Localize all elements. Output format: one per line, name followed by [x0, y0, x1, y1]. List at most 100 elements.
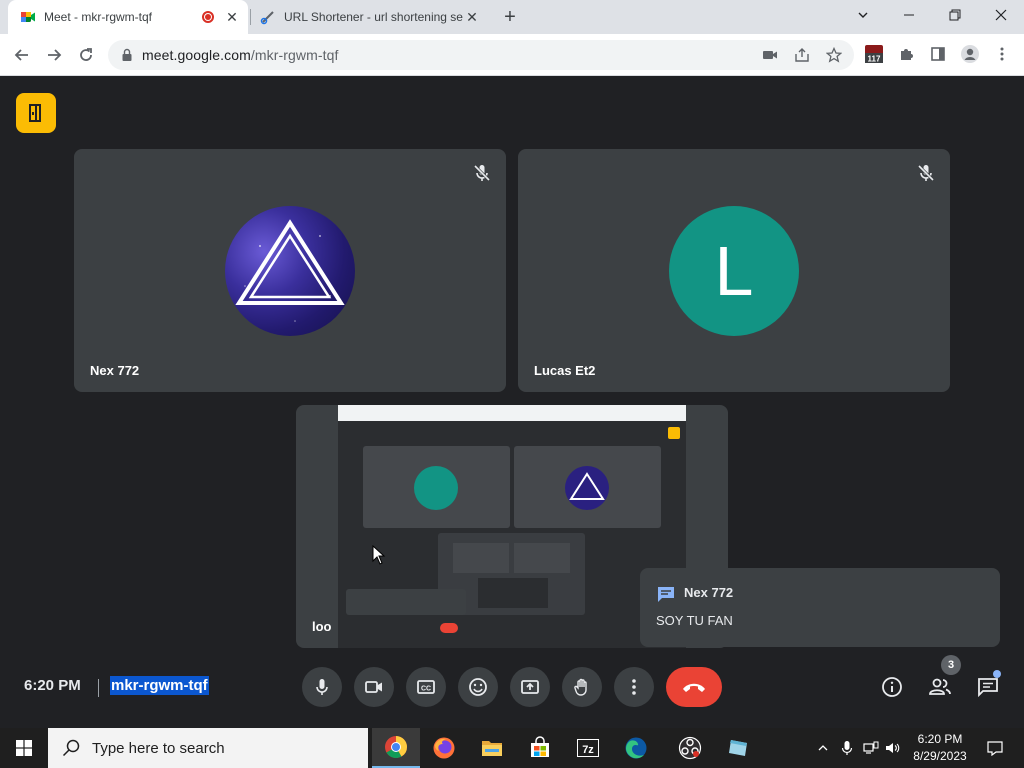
camera-in-use-icon[interactable]	[762, 47, 778, 63]
tab-strip: Meet - mkr-rgwm-tqf ✕ URL Shortener - ur…	[0, 0, 1024, 34]
mic-off-icon	[473, 164, 491, 182]
profile-avatar-icon[interactable]	[960, 44, 980, 64]
reload-button[interactable]	[72, 41, 100, 69]
participant-avatar-letter: L	[669, 206, 799, 336]
hang-up-icon	[683, 683, 705, 692]
shared-chat-toast	[346, 589, 466, 615]
chat-message: SOY TU FAN	[656, 613, 733, 628]
chat-message-icon	[658, 587, 674, 602]
unread-chat-dot	[993, 670, 1001, 678]
shared-screen-content	[338, 405, 686, 648]
search-icon	[62, 739, 80, 757]
shared-tile	[514, 446, 661, 528]
participant-tile-nex[interactable]: Nex 772	[74, 149, 506, 392]
chat-sender: Nex 772	[684, 585, 734, 600]
taskbar-file-explorer[interactable]	[468, 728, 516, 768]
store-bag-icon	[531, 736, 549, 757]
recording-indicator-icon	[202, 11, 214, 23]
tab-search-icon[interactable]	[840, 0, 886, 30]
shared-room-icon	[668, 427, 680, 439]
extensions-puzzle-icon[interactable]	[896, 44, 916, 64]
taskbar-edge[interactable]	[612, 728, 660, 768]
more-options-button[interactable]	[614, 667, 654, 707]
shared-browser-bar	[338, 405, 686, 421]
close-tab-icon[interactable]: ✕	[464, 9, 480, 25]
notifications-icon[interactable]	[984, 738, 1006, 758]
people-button[interactable]	[928, 675, 952, 699]
forward-button[interactable]	[40, 41, 68, 69]
taskbar-store[interactable]	[516, 728, 564, 768]
triangle-logo-icon	[235, 219, 345, 322]
bookmark-star-icon[interactable]	[826, 47, 842, 63]
reactions-button[interactable]	[458, 667, 498, 707]
calendar-extension-icon[interactable]: 117	[864, 44, 884, 64]
meet-stage: Nex 772 L Lucas Et2 loo Nex 772 SOY TU F…	[0, 77, 1024, 727]
windows-taskbar: Type here to search 7z 6:20 PM 8/29/2023	[0, 728, 1024, 768]
side-panel-icon[interactable]	[928, 44, 948, 64]
tab-meet[interactable]: Meet - mkr-rgwm-tqf ✕	[8, 0, 248, 34]
camera-icon	[365, 681, 382, 693]
taskbar-search-box[interactable]: Type here to search	[48, 728, 368, 768]
taskbar-chrome[interactable]	[372, 728, 420, 768]
tray-network-icon[interactable]	[862, 739, 880, 757]
windows-logo-icon	[16, 740, 32, 756]
chat-notification[interactable]: Nex 772 SOY TU FAN	[640, 568, 1000, 647]
browser-menu-icon[interactable]	[992, 44, 1012, 64]
taskbar-app[interactable]	[714, 728, 762, 768]
back-button[interactable]	[8, 41, 36, 69]
restore-button[interactable]	[932, 0, 978, 30]
seven-zip-icon: 7z	[577, 739, 599, 757]
tab-url-shortener[interactable]: URL Shortener - url shortening se ✕	[252, 0, 488, 34]
start-button[interactable]	[0, 728, 48, 768]
mic-off-icon	[917, 164, 935, 182]
address-bar[interactable]: meet.google.com/mkr-rgwm-tqf	[108, 40, 854, 70]
participant-name: Lucas Et2	[534, 363, 596, 378]
share-icon[interactable]	[794, 47, 810, 63]
tab-title: Meet - mkr-rgwm-tqf	[44, 10, 152, 24]
hand-icon	[574, 678, 587, 696]
people-count-badge: 3	[941, 655, 961, 675]
tab-title: URL Shortener - url shortening se	[284, 10, 463, 24]
url-text: meet.google.com/mkr-rgwm-tqf	[142, 47, 339, 63]
svg-text:7z: 7z	[582, 744, 594, 756]
taskbar-firefox[interactable]	[420, 728, 468, 768]
close-tab-icon[interactable]: ✕	[224, 9, 240, 25]
close-window-button[interactable]	[978, 0, 1024, 30]
microphone-button[interactable]	[302, 667, 342, 707]
participant-tile-lucas[interactable]: L Lucas Et2	[518, 149, 950, 392]
new-tab-button[interactable]: +	[498, 5, 522, 29]
camera-button[interactable]	[354, 667, 394, 707]
taskbar-obs[interactable]	[666, 728, 714, 768]
taskbar-7zip[interactable]: 7z	[564, 728, 612, 768]
door-icon	[29, 104, 41, 122]
tray-overflow-icon[interactable]	[814, 739, 832, 757]
more-vert-icon	[632, 679, 636, 695]
shared-nested-tile	[514, 543, 570, 573]
shared-avatar	[565, 466, 609, 510]
taskbar-clock[interactable]: 6:20 PM 8/29/2023	[902, 731, 978, 765]
raise-hand-button[interactable]	[562, 667, 602, 707]
present-button[interactable]	[510, 667, 550, 707]
meeting-details-button[interactable]	[880, 675, 904, 699]
meeting-room-button[interactable]	[16, 93, 56, 133]
minimize-button[interactable]	[886, 0, 932, 30]
leave-call-button[interactable]	[666, 667, 722, 707]
presenter-name: loo	[312, 619, 332, 634]
notes-app-icon	[729, 740, 747, 756]
taskbar-date: 8/29/2023	[913, 749, 967, 763]
chat-button[interactable]	[976, 675, 1000, 699]
search-placeholder: Type here to search	[92, 739, 225, 757]
lock-icon	[122, 48, 132, 61]
meeting-code[interactable]: mkr-rgwm-tqf	[110, 676, 209, 695]
meet-favicon-icon	[21, 12, 35, 22]
obs-icon	[678, 736, 702, 760]
captions-button[interactable]: CC	[406, 667, 446, 707]
shared-nested-tile	[453, 543, 509, 573]
tray-microphone-icon[interactable]	[838, 739, 856, 757]
mouse-cursor-icon	[372, 545, 386, 565]
tray-volume-icon[interactable]	[884, 739, 902, 757]
chat-icon	[978, 678, 998, 698]
link-favicon-icon	[260, 11, 274, 25]
present-screen-icon	[521, 680, 539, 694]
shared-avatar	[414, 466, 458, 510]
